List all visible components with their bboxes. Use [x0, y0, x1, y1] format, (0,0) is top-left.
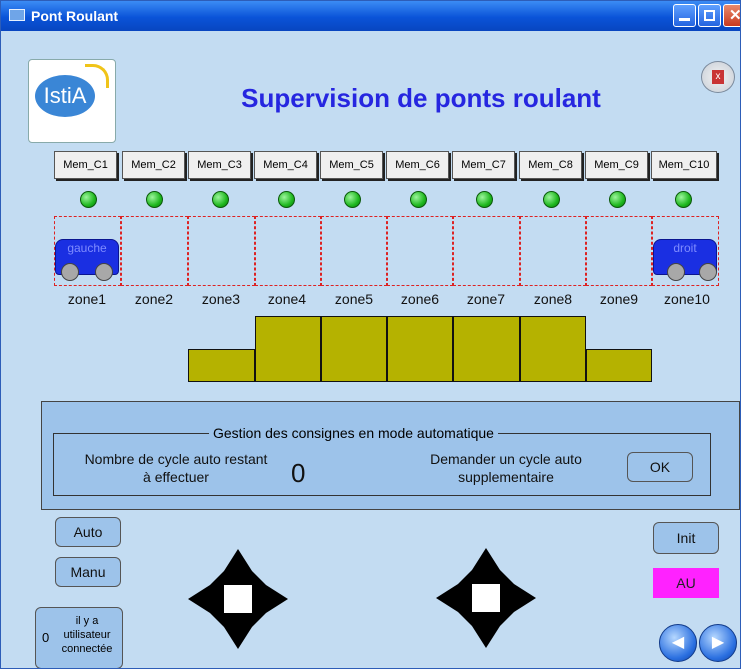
request-label-line2: supplementaire — [458, 469, 554, 485]
minimize-icon — [679, 18, 690, 21]
mem-button-8[interactable]: Mem_C8 — [519, 151, 582, 179]
arrow-left-icon: ◀ — [671, 634, 685, 651]
stack-bar-8 — [520, 316, 586, 382]
mem-button-10[interactable]: Mem_C10 — [651, 151, 717, 179]
wheel-icon — [699, 263, 717, 281]
zone-label-10: zone10 — [664, 291, 710, 307]
request-label-line1: Demander un cycle auto — [430, 451, 582, 467]
status-led-2 — [146, 191, 163, 208]
mem-button-6[interactable]: Mem_C6 — [386, 151, 449, 179]
stack-bar-3 — [188, 349, 255, 382]
zone-area-5 — [321, 216, 387, 286]
istia-logo: IstiA — [28, 59, 116, 143]
arrow-left-icon[interactable] — [188, 585, 210, 613]
zone-label-9: zone9 — [599, 291, 639, 307]
arrow-up-icon[interactable] — [472, 548, 500, 570]
users-line3: connectée — [61, 643, 113, 655]
zone-label-5: zone5 — [334, 291, 374, 307]
app-icon — [9, 9, 25, 21]
zone-area-8 — [520, 216, 586, 286]
mem-button-9[interactable]: Mem_C9 — [585, 151, 648, 179]
left-direction-pad[interactable] — [188, 549, 288, 649]
wheel-icon — [667, 263, 685, 281]
status-led-6 — [410, 191, 427, 208]
status-led-9 — [609, 191, 626, 208]
mem-button-3[interactable]: Mem_C3 — [188, 151, 251, 179]
zone-area-3 — [188, 216, 255, 286]
auto-mode-title: Gestion des consignes en mode automatiqu… — [209, 425, 498, 441]
mem-button-4[interactable]: Mem_C4 — [254, 151, 317, 179]
mem-button-7[interactable]: Mem_C7 — [452, 151, 515, 179]
previous-button[interactable]: ◀ — [659, 624, 697, 662]
stack-bar-4 — [255, 316, 321, 382]
status-led-5 — [344, 191, 361, 208]
zone-area-9 — [586, 216, 652, 286]
zone-area-7 — [453, 216, 520, 286]
stack-bar-9 — [586, 349, 652, 382]
users-count: 0 — [42, 630, 50, 645]
init-button[interactable]: Init — [653, 522, 719, 554]
zone-label-2: zone2 — [134, 291, 174, 307]
status-led-4 — [278, 191, 295, 208]
status-led-10 — [675, 191, 692, 208]
exit-icon: x — [712, 70, 724, 84]
wheel-icon — [95, 263, 113, 281]
remaining-label-line2: à effectuer — [143, 469, 209, 485]
title-bar: Pont Roulant ✕ — [1, 1, 741, 31]
arrow-down-icon[interactable] — [472, 626, 500, 648]
close-icon: ✕ — [729, 7, 741, 24]
auto-button[interactable]: Auto — [55, 517, 121, 547]
mem-button-2[interactable]: Mem_C2 — [122, 151, 185, 179]
mem-button-5[interactable]: Mem_C5 — [320, 151, 383, 179]
status-led-7 — [476, 191, 493, 208]
stack-bar-7 — [453, 316, 520, 382]
arrow-up-icon[interactable] — [224, 549, 252, 571]
arrow-right-icon[interactable] — [514, 584, 536, 612]
emergency-stop-button[interactable]: AU — [653, 568, 719, 598]
wheel-icon — [61, 263, 79, 281]
window-title: Pont Roulant — [31, 8, 119, 24]
arrow-right-icon[interactable] — [266, 585, 288, 613]
arrow-right-icon: ▶ — [711, 634, 725, 651]
mem-button-1[interactable]: Mem_C1 — [54, 151, 117, 179]
pad-center — [224, 585, 252, 613]
next-button[interactable]: ▶ — [699, 624, 737, 662]
status-led-8 — [543, 191, 560, 208]
zone-label-3: zone3 — [201, 291, 241, 307]
remaining-label-line1: Nombre de cycle auto restant — [84, 451, 268, 467]
stack-bar-6 — [387, 316, 453, 382]
status-led-3 — [212, 191, 229, 208]
close-window-button[interactable]: ✕ — [723, 4, 741, 27]
minimize-button[interactable] — [673, 4, 696, 27]
zone-label-4: zone4 — [267, 291, 307, 307]
zone-label-8: zone8 — [533, 291, 573, 307]
zone-area-2 — [121, 216, 188, 286]
zone-area-6 — [387, 216, 453, 286]
zone-label-1: zone1 — [67, 291, 107, 307]
exit-button[interactable]: x — [701, 61, 735, 93]
maximize-icon — [704, 10, 715, 21]
pad-center — [472, 584, 500, 612]
ok-button[interactable]: OK — [627, 452, 693, 482]
users-line2: utilisateur — [63, 629, 111, 641]
zone-label-7: zone7 — [466, 291, 506, 307]
arrow-down-icon[interactable] — [224, 627, 252, 649]
page-title: Supervision de ponts roulant — [241, 83, 601, 113]
app-window: Pont Roulant ✕ IstiA Supervision de pont… — [0, 0, 741, 669]
zone-label-6: zone6 — [400, 291, 440, 307]
connected-users-box: il y a utilisateur connectée 0 — [35, 607, 123, 668]
zone-area-4 — [255, 216, 321, 286]
right-direction-pad[interactable] — [436, 548, 536, 648]
status-led-1 — [80, 191, 97, 208]
users-line1: il y a — [75, 615, 99, 627]
logo-text: IstiA — [35, 75, 95, 117]
arrow-left-icon[interactable] — [436, 584, 458, 612]
stack-bar-5 — [321, 316, 387, 382]
manu-button[interactable]: Manu — [55, 557, 121, 587]
maximize-button[interactable] — [698, 4, 721, 27]
remaining-cycles-value: 0 — [291, 458, 306, 488]
